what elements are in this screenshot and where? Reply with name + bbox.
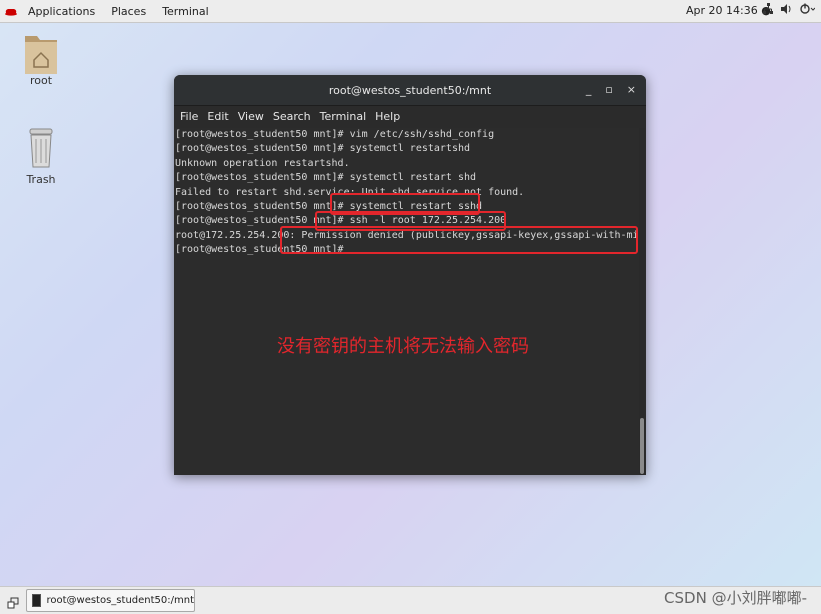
volume-icon[interactable]	[780, 3, 793, 18]
terminal-menu[interactable]: Terminal	[156, 5, 215, 18]
terminal-output[interactable]: [root@westos_student50 mnt]# vim /etc/ss…	[174, 128, 640, 475]
desktop-icon-root[interactable]: root	[11, 30, 71, 87]
terminal-line: Unknown operation restartshd.	[175, 157, 350, 169]
trash-icon	[23, 127, 59, 168]
maximize-button[interactable]: ▫	[605, 83, 612, 96]
desktop-icon-trash[interactable]: Trash	[11, 127, 71, 186]
power-icon[interactable]	[799, 3, 816, 18]
terminal-line: [root@westos_student50 mnt]# vim /etc/ss…	[175, 129, 495, 140]
system-tray[interactable]	[762, 3, 816, 18]
show-desktop-icon[interactable]	[7, 594, 19, 613]
terminal-window[interactable]: root@westos_student50:/mnt _ ▫ × File Ed…	[174, 75, 646, 475]
terminal-icon	[32, 594, 42, 607]
redhat-logo-icon[interactable]	[4, 4, 18, 18]
taskbar-terminal-label: root@westos_student50:/mnt	[46, 595, 194, 606]
home-folder-icon	[23, 30, 59, 74]
terminal-menubar: File Edit View Search Terminal Help	[174, 106, 646, 126]
network-icon[interactable]	[762, 3, 774, 18]
annotation-text: 没有密钥的主机将无法输入密码	[277, 336, 529, 357]
clock[interactable]: Apr 20 14:36 ●	[686, 4, 771, 17]
menu-help[interactable]: Help	[375, 110, 400, 123]
menu-file[interactable]: File	[180, 110, 198, 123]
applications-menu[interactable]: Applications	[22, 5, 101, 18]
menu-terminal[interactable]: Terminal	[320, 110, 367, 123]
taskbar-terminal-button[interactable]: root@westos_student50:/mnt	[26, 589, 195, 612]
close-button[interactable]: ×	[627, 83, 636, 96]
terminal-line: [root@westos_student50 mnt]# systemctl r…	[175, 143, 471, 155]
terminal-line: [root@westos_student50 mnt]# systemctl r…	[175, 172, 477, 184]
window-titlebar[interactable]: root@westos_student50:/mnt _ ▫ ×	[174, 75, 646, 106]
minimize-button[interactable]: _	[586, 83, 592, 96]
top-panel: Applications Places Terminal Apr 20 14:3…	[0, 0, 821, 23]
scrollbar-thumb[interactable]	[640, 418, 644, 474]
menu-edit[interactable]: Edit	[207, 110, 228, 123]
terminal-scrollbar[interactable]	[639, 128, 645, 475]
window-title: root@westos_student50:/mnt	[328, 83, 492, 97]
menu-view[interactable]: View	[238, 110, 264, 123]
annotation-box-permission-denied	[280, 226, 638, 254]
places-menu[interactable]: Places	[105, 5, 152, 18]
desktop-icon-label: Trash	[26, 173, 56, 186]
menu-search[interactable]: Search	[273, 110, 311, 123]
watermark: CSDN @小刘胖嘟嘟-	[664, 589, 807, 607]
